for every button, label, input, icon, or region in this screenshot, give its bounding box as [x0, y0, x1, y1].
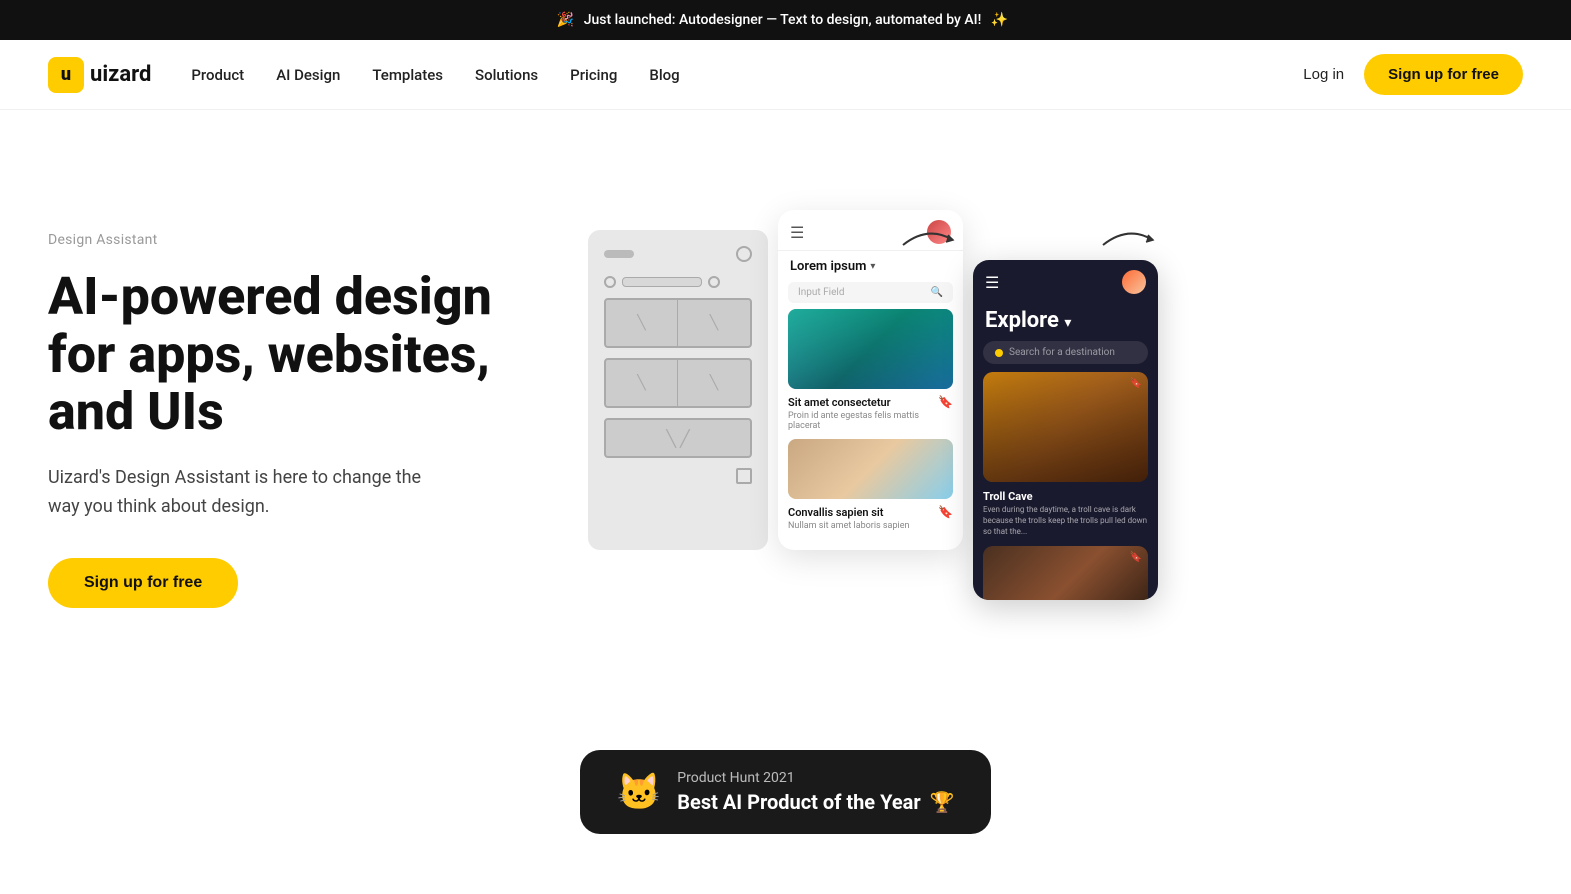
logo-name: uizard: [90, 62, 151, 87]
acl-card1-title: Sit amet consectetur: [788, 396, 891, 409]
acd-image-2: 🔖: [983, 546, 1148, 600]
nav-ai-design[interactable]: AI Design: [276, 66, 340, 84]
nav-blog[interactable]: Blog: [649, 66, 679, 84]
hero-content: Design Assistant AI-powered design for a…: [48, 232, 548, 607]
wf-header: [604, 246, 752, 262]
nav-links: Product AI Design Templates Solutions Pr…: [191, 65, 1303, 84]
ph-cat-icon: 🐱: [616, 771, 661, 813]
acd-bookmark-1-icon: 🔖: [1130, 378, 1142, 389]
wf-box-3: ╲ ╱: [604, 418, 752, 458]
banner-emoji-left: 🎉: [557, 12, 574, 28]
acd-header: ☰: [973, 260, 1158, 304]
acl-title: Lorem ipsum: [790, 259, 866, 274]
hero-section: Design Assistant AI-powered design for a…: [0, 110, 1571, 710]
main-nav: u uizard Product AI Design Templates Sol…: [0, 40, 1571, 110]
wf-box-2: ╲ ╲: [604, 358, 752, 408]
banner-emoji-right: ✨: [991, 12, 1008, 28]
acd-location-icon: [995, 349, 1003, 357]
acl-image-1: [788, 309, 953, 389]
acd-card1-sub: Even during the daytime, a troll cave is…: [973, 504, 1158, 546]
acl-menu-icon: ☰: [790, 223, 804, 242]
ph-title: Best AI Product of the Year 🏆: [677, 790, 954, 814]
acl-card1-sub: Proin id ante egestas felis mattis place…: [778, 411, 963, 439]
acd-menu-icon: ☰: [985, 273, 999, 292]
wf-box-1: ╲ ╲: [604, 298, 752, 348]
ph-trophy-icon: 🏆: [930, 790, 955, 814]
acl-search: Input Field 🔍: [788, 282, 953, 303]
ph-badge: 🐱 Product Hunt 2021 Best AI Product of t…: [580, 750, 990, 834]
nav-product[interactable]: Product: [191, 66, 244, 84]
hero-label: Design Assistant: [48, 232, 548, 248]
ph-text: Product Hunt 2021 Best AI Product of the…: [677, 770, 954, 814]
nav-solutions[interactable]: Solutions: [475, 66, 538, 84]
hero-cta-button[interactable]: Sign up for free: [48, 558, 238, 608]
announcement-banner: 🎉 Just launched: Autodesigner — Text to …: [0, 0, 1571, 40]
logo-icon: u: [48, 57, 84, 93]
acl-image-2: [788, 439, 953, 499]
ph-year: Product Hunt 2021: [677, 770, 954, 786]
nav-right: Log in Sign up for free: [1303, 54, 1523, 95]
login-button[interactable]: Log in: [1303, 66, 1344, 83]
arrow-2-icon: [1098, 220, 1158, 256]
logo-link[interactable]: u uizard: [48, 57, 151, 93]
hero-description: Uizard's Design Assistant is here to cha…: [48, 464, 428, 522]
acd-avatar: [1122, 270, 1146, 294]
hero-title: AI-powered design for apps, websites, an…: [48, 268, 548, 440]
acl-card2-title: Convallis sapien sit: [788, 506, 883, 519]
acl-search-placeholder: Input Field: [798, 287, 844, 298]
arrow-1-icon: [898, 220, 958, 256]
wireframe-card: ╲ ╲ ╲ ╲ ╲ ╱: [588, 230, 768, 550]
nav-pricing[interactable]: Pricing: [570, 66, 617, 84]
app-card-light: ☰ Lorem ipsum ▾ Input Field 🔍 Sit amet c…: [778, 210, 963, 550]
acd-card1-title: Troll Cave: [973, 488, 1043, 504]
acd-chevron-icon: ▾: [1064, 315, 1071, 331]
bottom-section: 🐱 Product Hunt 2021 Best AI Product of t…: [0, 710, 1571, 894]
acl-search-icon: 🔍: [931, 287, 943, 298]
acd-search-placeholder: Search for a destination: [1009, 347, 1115, 358]
hero-visuals: ╲ ╲ ╲ ╲ ╲ ╱: [588, 210, 1523, 630]
nav-templates[interactable]: Templates: [372, 66, 443, 84]
acl-card2-sub: Nullam sit amet laboris sapien: [778, 521, 963, 531]
app-card-dark: ☰ Explore ▾ Search for a destination 🔖 T…: [973, 260, 1158, 600]
banner-text: Just launched: Autodesigner — Text to de…: [584, 12, 982, 28]
acd-title: Explore ▾: [973, 304, 1158, 341]
acl-bookmark-1-icon: 🔖: [938, 395, 953, 409]
acd-bookmark-2-icon: 🔖: [1130, 552, 1142, 563]
signup-button[interactable]: Sign up for free: [1364, 54, 1523, 95]
acd-search: Search for a destination: [983, 341, 1148, 364]
acl-chevron-icon: ▾: [870, 261, 875, 272]
acd-image-1: 🔖: [983, 372, 1148, 482]
acl-bookmark-2-icon: 🔖: [938, 505, 953, 519]
